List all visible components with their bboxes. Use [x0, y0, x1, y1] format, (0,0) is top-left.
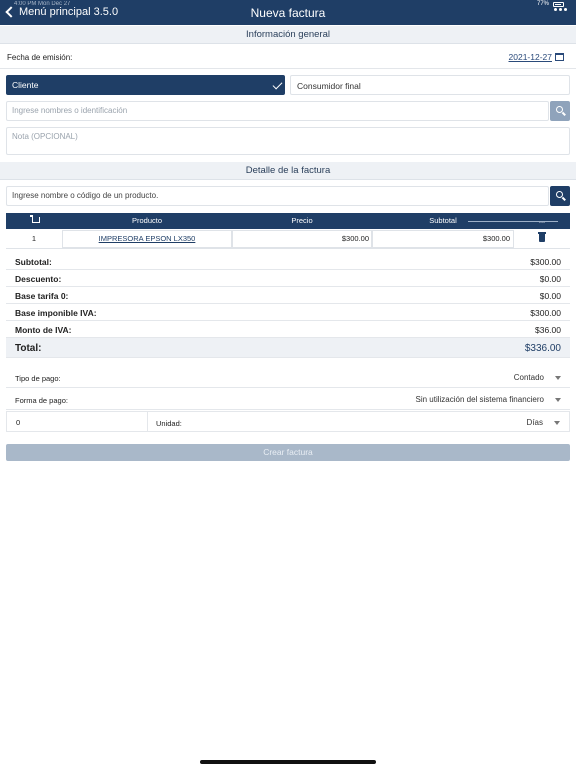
unit-label: Unidad:	[156, 419, 182, 428]
more-options-button[interactable]	[554, 8, 567, 11]
status-indicators: 77%	[537, 1, 564, 7]
taxable-base-row: Base imponible IVA: $300.00	[6, 304, 570, 321]
navigation-bar: 4:00 PM Mon Dec 27 77% Menú principal 3.…	[0, 0, 576, 25]
payment-method-value: Sin utilización del sistema financiero	[415, 395, 544, 404]
taxable-base-label: Base imponible IVA:	[15, 308, 97, 318]
chevron-down-icon	[555, 376, 561, 380]
subtotal-row: Subtotal: $300.00	[6, 253, 570, 270]
chevron-left-icon	[5, 6, 17, 18]
issue-date-picker[interactable]: 2021-12-27	[509, 52, 564, 62]
base-zero-label: Base tarifa 0:	[15, 291, 69, 301]
row-subtotal: $300.00	[482, 234, 510, 243]
cart-icon	[30, 215, 40, 223]
payment-type-value: Contado	[513, 373, 544, 382]
home-indicator	[200, 760, 376, 764]
issue-date-label: Fecha de emisión:	[7, 53, 73, 62]
issue-date-row	[0, 45, 576, 69]
taxable-base-value: $300.00	[530, 308, 561, 318]
discount-value: $0.00	[539, 274, 561, 284]
table-row: 1 IMPRESORA EPSON LX350 $300.00 $300.00	[6, 229, 570, 249]
row-price[interactable]: $300.00	[232, 229, 369, 249]
search-icon	[556, 106, 563, 113]
base-zero-value: $0.00	[539, 291, 561, 301]
base-zero-row: Base tarifa 0: $0.00	[6, 287, 570, 304]
chevron-down-icon	[554, 421, 560, 425]
segment-final-label: Consumidor final	[297, 81, 361, 91]
client-search-button[interactable]	[550, 101, 570, 121]
payment-method-select[interactable]: Forma de pago: Sin utilización del siste…	[6, 389, 570, 410]
totals-panel: Subtotal: $300.00 Descuento: $0.00 Base …	[6, 253, 570, 358]
payment-term-input[interactable]: 0	[16, 418, 20, 427]
segment-final-consumer[interactable]: Consumidor final	[290, 75, 570, 95]
subtotal-value: $300.00	[530, 257, 561, 267]
unit-select[interactable]: Días	[527, 418, 543, 427]
total-row: Total: $336.00	[6, 338, 570, 358]
battery-icon	[553, 1, 564, 7]
discount-row: Descuento: $0.00	[6, 270, 570, 287]
vat-amount-row: Monto de IVA: $36.00	[6, 321, 570, 338]
payment-type-select[interactable]: Tipo de pago: Contado	[6, 367, 570, 388]
col-product: Producto	[131, 216, 163, 225]
issue-date-value: 2021-12-27	[508, 52, 552, 62]
note-field[interactable]: Nota (OPCIONAL)	[6, 127, 570, 155]
create-invoice-button[interactable]: Crear factura	[6, 444, 570, 461]
payment-type-label: Tipo de pago:	[15, 374, 61, 383]
calendar-icon	[555, 53, 564, 61]
payment-term-row: 0 Unidad: Días	[6, 411, 570, 432]
segment-client[interactable]: Cliente	[6, 75, 285, 95]
divider	[147, 412, 148, 432]
back-label: Menú principal 3.5.0	[19, 6, 119, 18]
trash-icon[interactable]	[538, 232, 546, 242]
chevron-down-icon	[555, 398, 561, 402]
discount-label: Descuento:	[15, 274, 62, 284]
row-product-link[interactable]: IMPRESORA EPSON LX350	[62, 229, 232, 249]
col-price: Precio	[291, 216, 313, 225]
vat-amount-value: $36.00	[535, 325, 561, 335]
detail-table-header: Producto Precio Subtotal ...	[6, 213, 570, 229]
product-search-button[interactable]	[550, 186, 570, 206]
subtotal-label: Subtotal:	[15, 257, 52, 267]
vat-amount-label: Monto de IVA:	[15, 325, 72, 335]
checkmark-icon	[272, 79, 283, 90]
section-header-detail: Detalle de la factura	[0, 162, 576, 180]
col-actions: ...	[538, 216, 546, 225]
battery-percent: 77%	[536, 1, 549, 7]
row-quantity[interactable]: 1	[6, 229, 62, 249]
total-value: $336.00	[524, 343, 561, 354]
product-search-input[interactable]: Ingrese nombre o código de un producto.	[6, 186, 549, 206]
segment-client-label: Cliente	[12, 80, 39, 90]
total-label: Total:	[15, 343, 42, 354]
back-button[interactable]: Menú principal 3.5.0	[4, 6, 118, 18]
more-dots-icon	[554, 8, 557, 11]
search-icon	[556, 191, 563, 198]
section-header-general: Información general	[0, 26, 576, 44]
payment-method-label: Forma de pago:	[15, 396, 68, 405]
client-search-input[interactable]: Ingrese nombres o identificación	[6, 101, 549, 121]
